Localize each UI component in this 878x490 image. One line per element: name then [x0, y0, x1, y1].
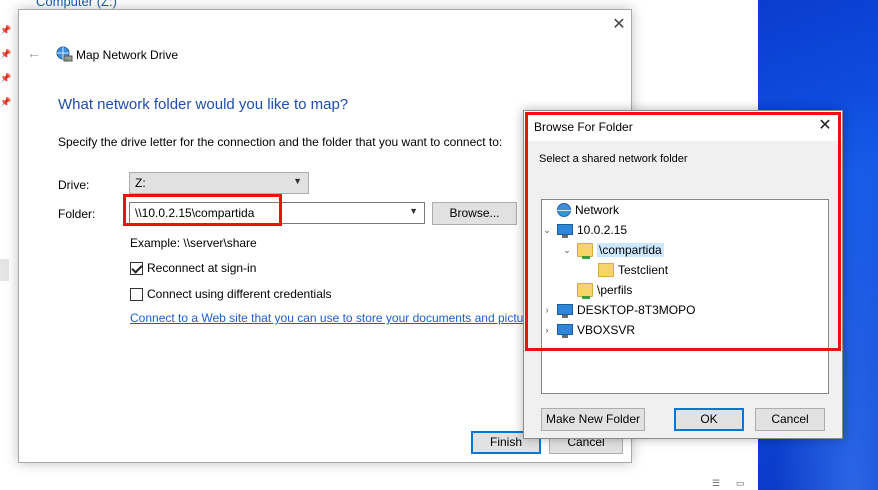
- status-bar: [0, 476, 758, 490]
- credentials-label: Connect using different credentials: [147, 287, 332, 301]
- ok-button[interactable]: OK: [674, 408, 744, 431]
- details-view-icon[interactable]: ☰: [712, 479, 720, 488]
- chevron-down-icon[interactable]: ⌄: [562, 245, 572, 256]
- make-new-folder-button[interactable]: Make New Folder: [541, 408, 645, 431]
- reconnect-label: Reconnect at sign-in: [147, 261, 257, 275]
- chevron-right-icon[interactable]: ›: [542, 305, 552, 315]
- network-icon: [557, 203, 571, 217]
- network-drive-icon: [56, 46, 73, 62]
- pin-icon: 📌: [0, 25, 12, 35]
- browse-for-folder-dialog: Browse For Folder ✕ Select a shared netw…: [523, 110, 843, 439]
- window-title: Map Network Drive: [76, 48, 179, 62]
- computer-icon: [557, 303, 573, 318]
- cancel-button[interactable]: Cancel: [755, 408, 825, 431]
- nav-selection: [0, 259, 9, 281]
- drive-label: Drive:: [58, 178, 90, 192]
- tree-node-host[interactable]: ⌄ 10.0.2.15: [542, 221, 627, 239]
- dialog-title: Browse For Folder: [534, 120, 633, 134]
- shared-folder-icon: [577, 283, 593, 299]
- folder-label: Folder:: [58, 207, 96, 221]
- page-heading: What network folder would you like to ma…: [58, 96, 349, 113]
- reconnect-checkbox[interactable]: [130, 261, 143, 275]
- tree-node-share-selected[interactable]: ⌄ \compartida: [562, 241, 664, 259]
- folder-input[interactable]: \\10.0.2.15\compartida ▼: [129, 202, 425, 224]
- instruction-text: Select a shared network folder: [539, 153, 688, 165]
- close-icon[interactable]: ✕: [607, 14, 631, 36]
- pin-icon: 📌: [0, 97, 12, 107]
- pin-icon: 📌: [0, 49, 12, 59]
- browse-button[interactable]: Browse...: [432, 202, 517, 225]
- description-text: Specify the drive letter for the connect…: [58, 135, 503, 149]
- example-text: Example: \\server\share: [130, 236, 257, 250]
- credentials-option[interactable]: Connect using different credentials: [130, 287, 332, 301]
- drive-value: Z:: [135, 176, 146, 190]
- tree-node-host[interactable]: › VBOXSVR: [542, 321, 635, 339]
- reconnect-option[interactable]: Reconnect at sign-in: [130, 261, 256, 275]
- tree-node-network[interactable]: Network: [542, 201, 619, 219]
- folder-value: \\10.0.2.15\compartida: [135, 206, 255, 220]
- chevron-down-icon: ▼: [293, 176, 302, 186]
- chevron-down-icon[interactable]: ⌄: [542, 225, 552, 236]
- folder-tree[interactable]: Network ⌄ 10.0.2.15 ⌄ \compartida Testcl…: [541, 199, 829, 394]
- tree-node-subfolder[interactable]: Testclient: [583, 261, 668, 279]
- pin-icon: 📌: [0, 73, 12, 83]
- shared-folder-icon: [577, 243, 593, 259]
- drive-select[interactable]: Z: ▼: [129, 172, 309, 194]
- dialog-titlebar: Browse For Folder ✕: [524, 111, 842, 141]
- web-site-link[interactable]: Connect to a Web site that you can use t…: [130, 311, 526, 325]
- tree-node-host[interactable]: › DESKTOP-8T3MOPO: [542, 301, 695, 319]
- folder-icon: [598, 263, 614, 277]
- chevron-right-icon[interactable]: ›: [542, 325, 552, 335]
- large-icons-view-icon[interactable]: ▭: [736, 479, 745, 488]
- back-arrow-icon[interactable]: ←: [27, 45, 43, 61]
- computer-icon: [557, 323, 573, 338]
- credentials-checkbox[interactable]: [130, 287, 143, 301]
- chevron-down-icon: ▼: [409, 206, 418, 216]
- tree-node-share[interactable]: \perfils: [562, 281, 632, 299]
- computer-icon: [557, 223, 573, 238]
- breadcrumb[interactable]: Computer (Z:): [36, 0, 117, 9]
- close-icon[interactable]: ✕: [814, 116, 836, 136]
